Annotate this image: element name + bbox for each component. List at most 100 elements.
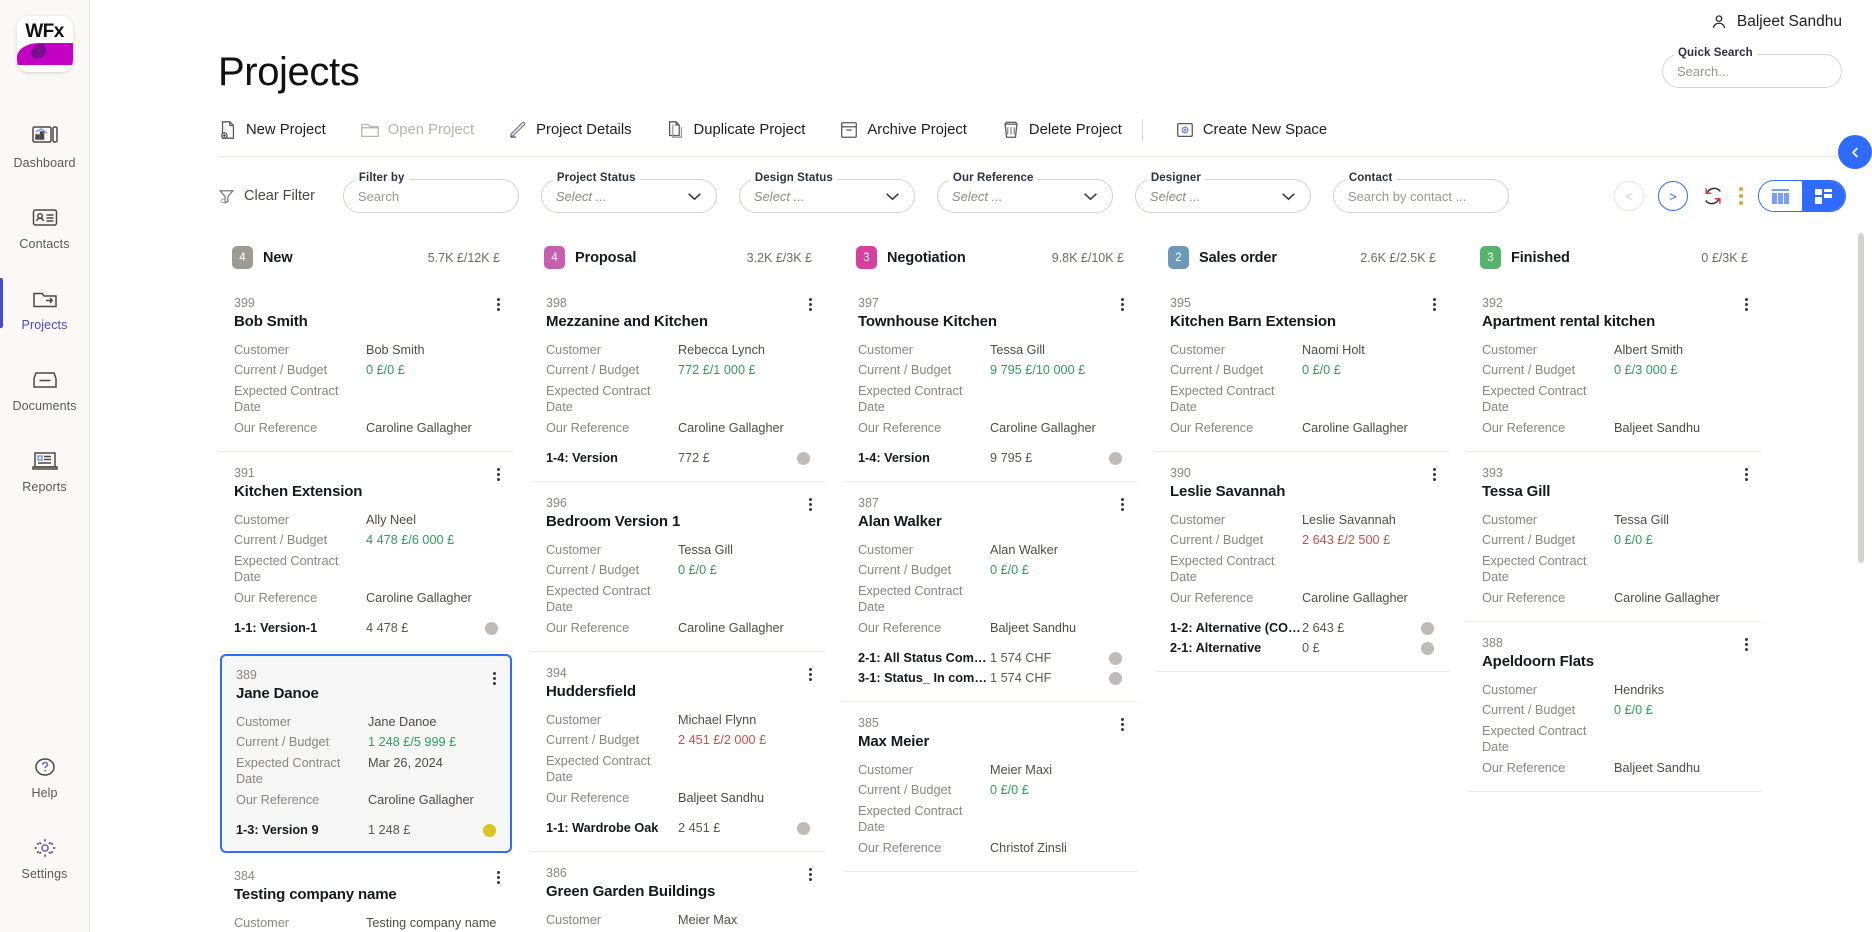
project-id: 398 [546,296,567,310]
version-row[interactable]: 1-3: Version 9 1 248 £ [236,820,496,840]
board-scrollbar[interactable] [1858,233,1864,932]
sidebar-item-label: Settings [21,867,68,881]
filter-our-reference-control[interactable]: Our Reference Select ... [936,172,1113,213]
version-row[interactable]: 3-1: Status_ In combined Qu... 1 574 CHF [858,668,1122,688]
card-menu-button[interactable] [808,498,812,512]
card-menu-button[interactable] [1432,468,1436,482]
detail-label: Customer [1482,682,1537,697]
quick-search-field[interactable]: Quick Search [1662,47,1842,88]
card-menu-button[interactable] [1744,298,1748,311]
project-card[interactable]: 398 Mezzanine and Kitchen Customer Rebec… [530,282,826,483]
project-card[interactable]: 387 Alan Walker Customer Alan Walker Cur… [842,482,1138,703]
board-scrollbar-thumb[interactable] [1858,233,1864,563]
project-card[interactable]: 386 Green Garden Buildings Customer Meie… [530,852,826,932]
version-row[interactable]: 1-2: Alternative (COPY) 2 643 £ [1170,618,1434,638]
project-card[interactable]: 399 Bob Smith Customer Bob Smith Current… [218,282,514,453]
version-name: 1-4: Version [858,451,930,466]
board-view-button[interactable] [1802,181,1845,211]
filter-input[interactable] [357,188,504,204]
filter-input[interactable] [1347,188,1494,204]
detail-label: Expected Contract Date [858,583,963,615]
filter-filter-by-control[interactable]: Filter by [342,172,519,213]
version-row[interactable]: 1-4: Version 9 795 £ [858,448,1122,468]
card-menu-button[interactable] [1744,468,1748,482]
next-page-button[interactable]: > [1658,181,1688,211]
version-row[interactable]: 2-1: Alternative 0 £ [1170,638,1434,658]
card-menu-button[interactable] [496,468,500,482]
version-status-dot[interactable] [485,621,498,635]
version-status-dot[interactable] [1421,641,1434,655]
project-card[interactable]: 391 Kitchen Extension Customer Ally Neel… [218,452,514,653]
detail-customer: Customer Tessa Gill [1482,510,1746,531]
card-menu-button[interactable] [496,871,500,885]
version-status-dot[interactable] [1109,451,1122,465]
sidebar-item-projects[interactable]: Projects [0,276,89,343]
project-card[interactable]: 396 Bedroom Version 1 Customer Tessa Gil… [530,482,826,653]
version-status-dot[interactable] [797,821,810,835]
card-menu-button[interactable] [492,672,496,686]
card-menu-button[interactable] [1744,638,1748,652]
card-menu-button[interactable] [1120,498,1124,512]
card-menu-button[interactable] [808,298,812,311]
card-menu-button[interactable] [496,298,500,311]
list-view-button[interactable] [1759,181,1802,211]
version-status-dot[interactable] [1421,621,1434,635]
project-card[interactable]: 394 Huddersfield Customer Michael Flynn … [530,652,826,853]
refresh-button[interactable] [1702,185,1724,207]
filter-designer-control[interactable]: Designer Select ... [1134,172,1311,213]
filter-contact-control[interactable]: Contact [1332,172,1509,213]
project-card[interactable]: 385 Max Meier Customer Meier Maxi Curren… [842,702,1138,873]
action-create new space[interactable]: Create New Space [1157,116,1343,144]
version-status-dot[interactable] [483,823,496,837]
view-toggle[interactable] [1758,180,1846,212]
action-delete project[interactable]: Delete Project [983,116,1138,144]
action-new project[interactable]: New Project [218,116,342,144]
detail-label: Expected Contract Date [858,383,963,415]
quick-search-input[interactable] [1677,63,1827,79]
sidebar-item-documents[interactable]: Documents [0,357,89,424]
prev-page-button[interactable]: < [1614,181,1644,211]
card-menu-button[interactable] [808,868,812,882]
card-menu-button[interactable] [1120,298,1124,311]
version-row[interactable]: 2-1: All Status Completed 1 574 CHF [858,648,1122,668]
quick-search: Quick Search [1662,47,1842,88]
detail-customer: Customer Hendriks [1482,680,1746,701]
version-row[interactable]: 1-1: Version-1 4 478 £ [234,618,498,638]
version-status-dot[interactable] [1109,671,1122,685]
version-row[interactable]: 1-4: Version 772 £ [546,448,810,468]
project-card[interactable]: 389 Jane Danoe Customer Jane Danoe Curre… [220,654,512,854]
app-logo[interactable]: WFx [16,16,73,72]
card-menu-button[interactable] [1432,298,1436,311]
detail-label: Expected Contract Date [236,755,341,787]
version-status-dot[interactable] [1109,651,1122,665]
detail-our-reference: Our Reference Baljeet Sandhu [546,788,810,809]
filter-our-reference: Our Reference Select ... [936,172,1113,213]
sidebar-item-contacts[interactable]: Contacts [0,195,89,262]
project-card[interactable]: 384 Testing company name Customer Testin… [218,855,514,932]
project-card[interactable]: 388 Apeldoorn Flats Customer Hendriks Cu… [1466,622,1762,793]
sidebar-item-dashboard[interactable]: Dashboard [0,114,89,181]
collapse-panel-button[interactable] [1838,135,1872,169]
version-row[interactable]: 1-1: Wardrobe Oak 2 451 £ [546,818,810,838]
action-archive project[interactable]: Archive Project [821,116,983,144]
project-card[interactable]: 397 Townhouse Kitchen Customer Tessa Gil… [842,282,1138,483]
clear-filter-button[interactable]: Clear Filter [218,188,315,205]
project-card[interactable]: 392 Apartment rental kitchen Customer Al… [1466,282,1762,453]
card-menu-button[interactable] [1120,718,1124,732]
card-menu-button[interactable] [808,668,812,682]
sidebar-item-help[interactable]: Help [0,744,89,811]
project-id: 386 [546,866,567,881]
more-options-button[interactable] [1738,185,1744,207]
sidebar-item-reports[interactable]: Reports [0,438,89,505]
filter-design-status-control[interactable]: Design Status Select ... [738,172,915,213]
version-status-dot[interactable] [797,451,810,465]
project-card[interactable]: 393 Tessa Gill Customer Tessa Gill Curre… [1466,452,1762,623]
detail-label: Customer [546,542,601,557]
project-card[interactable]: 395 Kitchen Barn Extension Customer Naom… [1154,282,1450,453]
filter-project-status-control[interactable]: Project Status Select ... [540,172,717,213]
sidebar-item-settings[interactable]: Settings [0,825,89,892]
action-duplicate project[interactable]: Duplicate Project [648,116,822,144]
user-menu[interactable]: Baljeet Sandhu [1710,13,1842,31]
action-project details[interactable]: Project Details [490,116,647,144]
project-card[interactable]: 390 Leslie Savannah Customer Leslie Sava… [1154,452,1450,673]
